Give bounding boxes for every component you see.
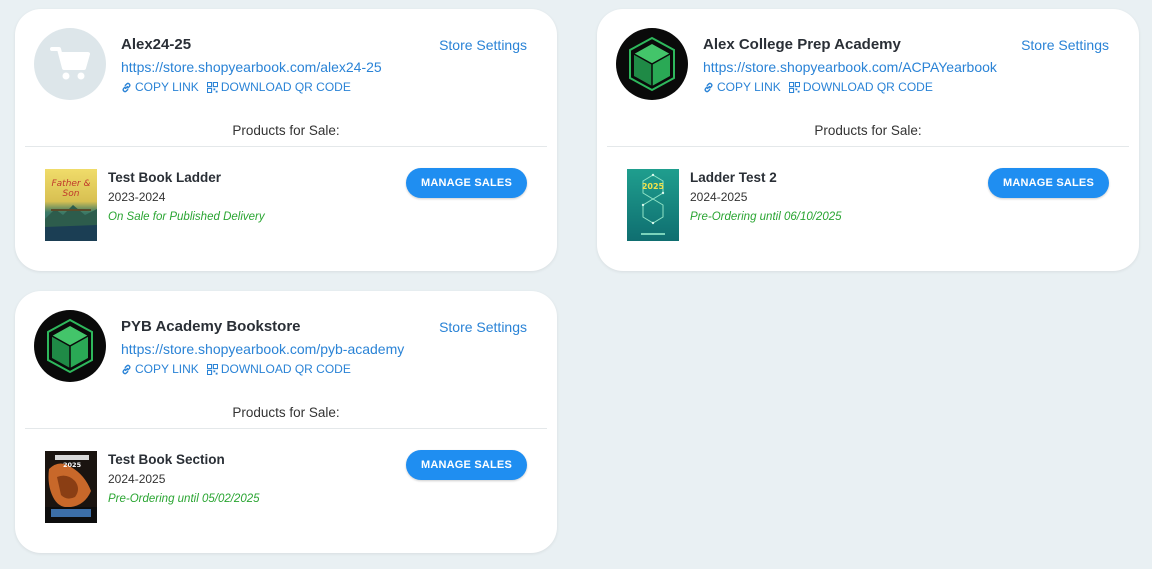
store-name: Alex College Prep Academy	[703, 36, 901, 53]
green-cube-logo-icon	[47, 318, 93, 374]
copy-link-button[interactable]: COPY LINK	[121, 80, 199, 94]
divider	[25, 428, 547, 429]
qr-code-icon	[206, 363, 218, 375]
product-year: 2024-2025	[108, 472, 166, 486]
link-icon	[704, 82, 713, 92]
product-title: Ladder Test 2	[690, 170, 777, 185]
manage-sales-button[interactable]: MANAGE SALES	[988, 168, 1109, 198]
products-heading: Products for Sale:	[232, 405, 340, 420]
store-card: Alex College Prep Academy https://store.…	[597, 9, 1139, 271]
link-icon	[122, 82, 131, 92]
store-avatar	[34, 310, 106, 382]
download-qr-button[interactable]: DOWNLOAD QR CODE	[788, 80, 933, 94]
store-avatar	[616, 28, 688, 100]
store-settings-link[interactable]: Store Settings	[1021, 37, 1109, 53]
store-card: Alex24-25 https://store.shopyearbook.com…	[15, 9, 557, 271]
product-year: 2024-2025	[690, 190, 748, 204]
download-qr-label: DOWNLOAD QR CODE	[220, 80, 351, 94]
copy-link-button[interactable]: COPY LINK	[703, 80, 781, 94]
manage-sales-button[interactable]: MANAGE SALES	[406, 450, 527, 480]
product-cover-image[interactable]: 2025	[627, 169, 679, 241]
cover-text: Father & Son	[51, 179, 91, 199]
green-cube-logo-icon	[629, 36, 675, 92]
product-title: Test Book Ladder	[108, 170, 222, 185]
store-url-link[interactable]: https://store.shopyearbook.com/pyb-acade…	[121, 341, 404, 357]
copy-link-label: COPY LINK	[135, 362, 199, 376]
shopping-cart-icon	[50, 47, 90, 80]
store-link-actions: COPY LINK DOWNLOAD QR CODE	[121, 80, 351, 94]
qr-code-icon	[788, 81, 800, 93]
product-status: Pre-Ordering until 06/10/2025	[690, 211, 842, 223]
download-qr-button[interactable]: DOWNLOAD QR CODE	[206, 362, 351, 376]
product-title: Test Book Section	[108, 452, 225, 467]
store-settings-link[interactable]: Store Settings	[439, 37, 527, 53]
store-name: Alex24-25	[121, 36, 192, 53]
cover-text: 2025	[641, 182, 665, 191]
copy-link-label: COPY LINK	[717, 80, 781, 94]
link-icon	[122, 364, 131, 374]
store-avatar	[34, 28, 106, 100]
products-heading: Products for Sale:	[814, 123, 922, 138]
store-card: PYB Academy Bookstore https://store.shop…	[15, 291, 557, 553]
download-qr-label: DOWNLOAD QR CODE	[802, 80, 933, 94]
divider	[25, 146, 547, 147]
cover-text: 2025	[63, 461, 82, 469]
download-qr-button[interactable]: DOWNLOAD QR CODE	[206, 80, 351, 94]
product-cover-image[interactable]: Father & Son	[45, 169, 97, 241]
download-qr-label: DOWNLOAD QR CODE	[220, 362, 351, 376]
store-link-actions: COPY LINK DOWNLOAD QR CODE	[121, 362, 351, 376]
store-name: PYB Academy Bookstore	[121, 318, 301, 335]
divider	[607, 146, 1129, 147]
store-link-actions: COPY LINK DOWNLOAD QR CODE	[703, 80, 933, 94]
product-status: On Sale for Published Delivery	[108, 211, 265, 223]
products-heading: Products for Sale:	[232, 123, 340, 138]
store-settings-link[interactable]: Store Settings	[439, 319, 527, 335]
product-status: Pre-Ordering until 05/02/2025	[108, 493, 260, 505]
copy-link-label: COPY LINK	[135, 80, 199, 94]
copy-link-button[interactable]: COPY LINK	[121, 362, 199, 376]
store-url-link[interactable]: https://store.shopyearbook.com/alex24-25	[121, 59, 382, 75]
product-cover-image[interactable]: 2025	[45, 451, 97, 523]
product-year: 2023-2024	[108, 190, 166, 204]
store-url-link[interactable]: https://store.shopyearbook.com/ACPAYearb…	[703, 59, 997, 75]
manage-sales-button[interactable]: MANAGE SALES	[406, 168, 527, 198]
qr-code-icon	[206, 81, 218, 93]
